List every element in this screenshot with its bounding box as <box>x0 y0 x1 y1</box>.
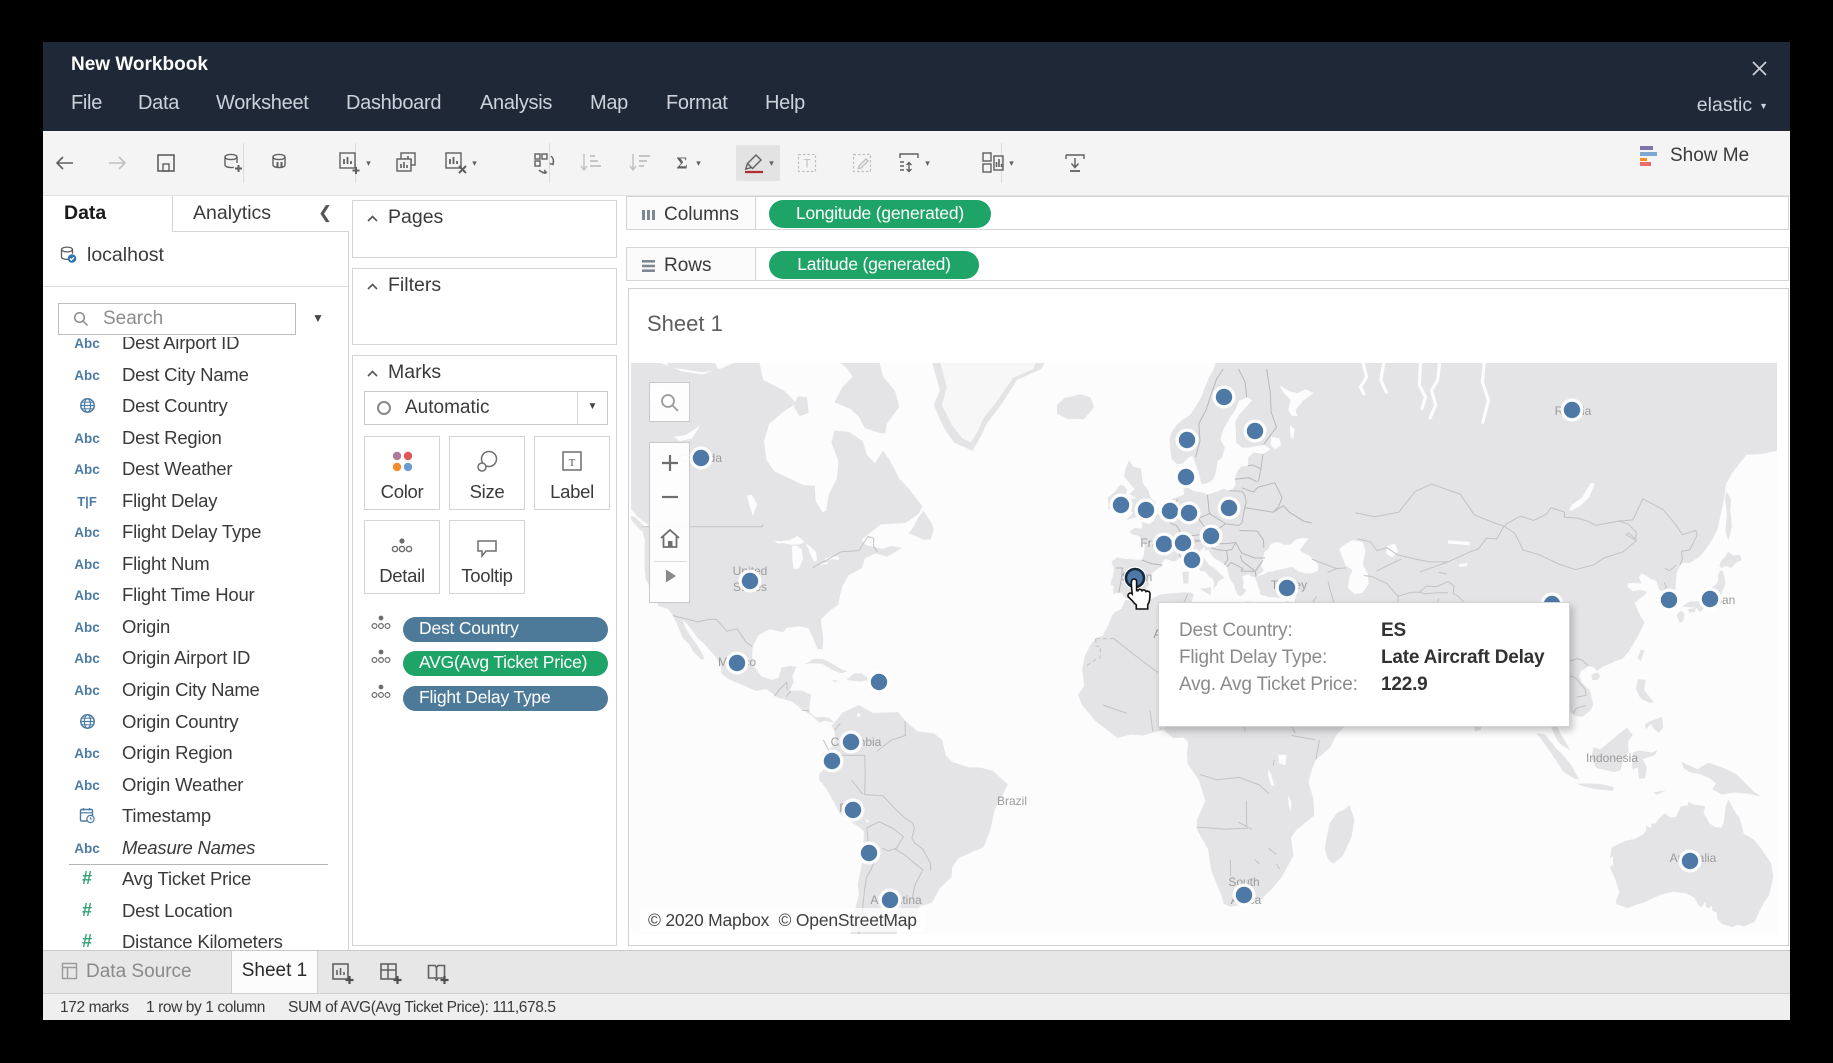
svg-text:Σ: Σ <box>677 154 688 173</box>
svg-text:Indonesia: Indonesia <box>1586 751 1638 765</box>
svg-text:Brazil: Brazil <box>997 794 1027 808</box>
svg-text:T: T <box>569 457 576 469</box>
svg-text:T: T <box>803 157 811 171</box>
